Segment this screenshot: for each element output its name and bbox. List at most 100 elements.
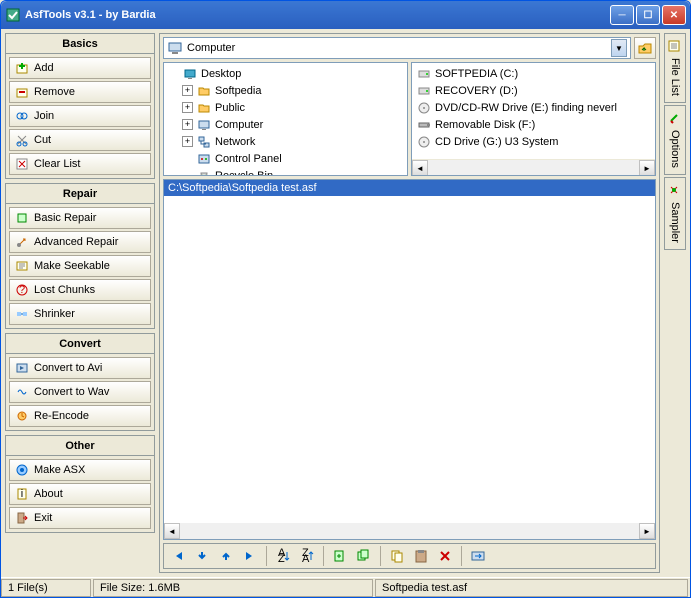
add-button[interactable]: Add [9,57,151,79]
shrinker-button[interactable]: Shrinker [9,303,151,325]
process-button[interactable] [467,545,489,567]
join-button[interactable]: Join [9,105,151,127]
tree-item-control-panel[interactable]: Control Panel [166,150,405,167]
up-folder-button[interactable] [634,37,656,59]
svg-text:A: A [302,553,310,564]
tab-label: Options [669,130,681,168]
cut-button[interactable]: Cut [9,129,151,151]
status-file-count: 1 File(s) [1,579,91,597]
paste-button[interactable] [410,545,432,567]
tree-label: Computer [215,119,263,131]
toolbar-separator [266,546,267,566]
path-combo[interactable]: Computer ▼ [163,37,631,59]
sort-asc-button[interactable]: AZ [272,545,294,567]
computer-icon [167,40,183,56]
path-text: Computer [187,42,235,54]
status-file-size: File Size: 1.6MB [93,579,373,597]
convert-to-wav-button[interactable]: Convert to Wav [9,381,151,403]
tree-label: Control Panel [215,153,282,165]
drive-item[interactable]: CD Drive (G:) U3 System [414,133,653,150]
filelist-scrollbar[interactable]: ◄► [164,523,655,539]
copy-button[interactable] [386,545,408,567]
sort-desc-button[interactable]: ZA [296,545,318,567]
app-icon [5,7,21,23]
convert-to-avi-button[interactable]: Convert to Avi [9,357,151,379]
expand-button[interactable]: + [182,85,193,96]
svg-text:i: i [21,488,23,500]
drive-item[interactable]: DVD/CD-RW Drive (E:) finding neverl [414,99,653,116]
up-button[interactable] [215,545,237,567]
tree-item-recycle-bin[interactable]: Recycle Bin [166,167,405,175]
drive-item[interactable]: SOFTPEDIA (C:) [414,65,653,82]
cut-icon [14,132,30,148]
lost-icon: ? [14,282,30,298]
drive-label: RECOVERY (D:) [435,85,518,97]
lost-chunks-button[interactable]: ?Lost Chunks [9,279,151,301]
drive-label: SOFTPEDIA (C:) [435,68,518,80]
exit-button[interactable]: Exit [9,507,151,529]
tab-sampler[interactable]: Sampler [664,177,686,250]
button-label: Advanced Repair [34,236,118,248]
basic-repair-icon [14,210,30,226]
drive-label: DVD/CD-RW Drive (E:) finding neverl [435,102,617,114]
add-many-button[interactable] [353,545,375,567]
drive-scrollbar[interactable]: ◄► [412,159,655,175]
section-header-repair: Repair [6,184,154,204]
folder-icon [196,83,212,99]
tree-item-softpedia[interactable]: +Softpedia [166,82,405,99]
sidebar: Basics Add Remove Join CutClear List Repair Ba… [5,33,155,573]
tree-item-computer[interactable]: + Computer [166,116,405,133]
shrink-icon [14,306,30,322]
make-seekable-button[interactable]: Make Seekable [9,255,151,277]
first-button[interactable] [167,545,189,567]
clear-list-button[interactable]: Clear List [9,153,151,175]
file-row[interactable]: C:\Softpedia\Softpedia test.asf [164,180,655,196]
tree-item-public[interactable]: +Public [166,99,405,116]
close-button[interactable]: ✕ [662,5,686,25]
drive-item[interactable]: RECOVERY (D:) [414,82,653,99]
section-header-convert: Convert [6,334,154,354]
expand-button[interactable]: + [182,102,193,113]
tab-label: Sampler [669,202,681,243]
cd-icon [416,100,432,116]
hdd-icon [416,83,432,99]
remove-button[interactable]: Remove [9,81,151,103]
adv-repair-icon [14,234,30,250]
tab-file-list[interactable]: File List [664,33,686,103]
svg-text:Z: Z [278,553,285,564]
button-label: Remove [34,86,75,98]
minimize-button[interactable]: ─ [610,5,634,25]
hdd-icon [416,66,432,82]
join-icon [14,108,30,124]
maximize-button[interactable]: ☐ [636,5,660,25]
about-button[interactable]: iAbout [9,483,151,505]
svg-text:?: ? [19,284,25,296]
toolbar-separator [461,546,462,566]
section-header-basics: Basics [6,34,154,54]
status-bar: 1 File(s) File Size: 1.6MB Softpedia tes… [1,577,690,597]
last-button[interactable] [239,545,261,567]
path-dropdown-button[interactable]: ▼ [611,39,627,57]
advanced-repair-button[interactable]: Advanced Repair [9,231,151,253]
basic-repair-button[interactable]: Basic Repair [9,207,151,229]
toolbar-separator [323,546,324,566]
expand-button[interactable]: + [182,119,193,130]
tab-label: File List [669,58,681,96]
right-tabs: File List Options Sampler [664,33,686,573]
expand-button[interactable]: + [182,136,193,147]
make-asx-button[interactable]: Make ASX [9,459,151,481]
remove-icon [14,84,30,100]
re-encode-button[interactable]: Re-Encode [9,405,151,427]
button-label: Join [34,110,54,122]
tree-item-desktop[interactable]: Desktop [166,65,405,82]
tree-item-network[interactable]: +Network [166,133,405,150]
delete-button[interactable] [434,545,456,567]
drive-label: Removable Disk (F:) [435,119,535,131]
tree-label: Desktop [201,68,241,80]
tab-options[interactable]: Options [664,105,686,175]
section-header-other: Other [6,436,154,456]
add-file-button[interactable] [329,545,351,567]
down-button[interactable] [191,545,213,567]
exit-icon [14,510,30,526]
drive-item[interactable]: Removable Disk (F:) [414,116,653,133]
